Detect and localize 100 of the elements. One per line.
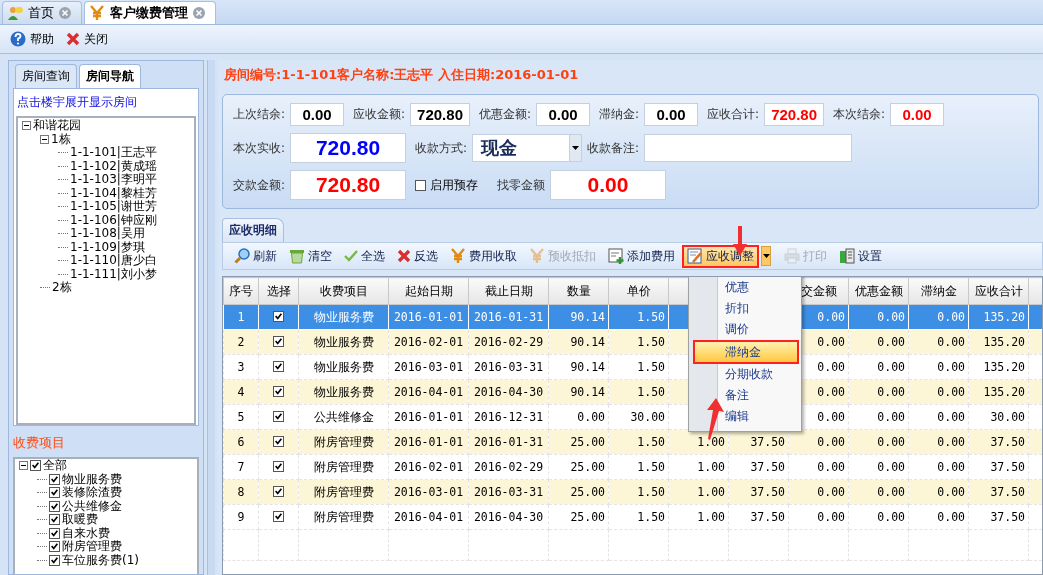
table-cell: 2016-01-01	[388, 304, 469, 330]
column-header[interactable]: 起始日期	[388, 277, 469, 305]
tree-item[interactable]: 1栋	[51, 130, 71, 148]
field-label: 上次结余:	[233, 106, 286, 123]
close-icon	[66, 32, 80, 46]
tab[interactable]: 房间查询	[15, 64, 77, 88]
checkbox[interactable]	[49, 487, 60, 499]
collapse-toggle[interactable]	[19, 461, 28, 471]
printer-icon	[784, 248, 800, 264]
checkmark-icon	[344, 249, 358, 263]
checkbox[interactable]	[273, 436, 284, 447]
yen-icon	[89, 5, 105, 21]
table-cell[interactable]: 3	[223, 354, 259, 380]
checkbox[interactable]	[273, 486, 284, 497]
column-header[interactable]: 应收合计	[968, 277, 1029, 305]
tree-item[interactable]: 车位服务费(1)	[62, 551, 139, 569]
menu-item[interactable]: 滞纳金	[693, 340, 799, 364]
table-cell: 0.00	[908, 404, 969, 430]
toolbar-button[interactable]: 帮助	[6, 28, 58, 50]
table-cell: 135.20	[968, 379, 1029, 405]
table-cell: 90.14	[548, 304, 609, 330]
toolbar-button[interactable]: 添加费用	[603, 244, 680, 268]
toolbar-button[interactable]: 费用收取	[445, 244, 522, 268]
checkbox[interactable]	[415, 179, 427, 191]
checkbox[interactable]	[273, 461, 284, 472]
remark-field[interactable]	[644, 134, 853, 162]
field-label: 收款方式:	[415, 139, 468, 157]
table-cell: 附房管理费	[298, 429, 389, 455]
checkbox[interactable]	[273, 311, 284, 322]
tab[interactable]: 房间导航	[79, 64, 141, 88]
checkbox[interactable]	[49, 554, 60, 566]
checkbox[interactable]	[273, 511, 284, 522]
checkbox[interactable]	[49, 527, 60, 539]
table-cell: 2016-02-01	[388, 329, 469, 355]
checkbox[interactable]	[49, 473, 60, 485]
table-cell[interactable]: 2	[223, 329, 259, 355]
table-cell[interactable]: 8	[223, 479, 259, 505]
table-cell: 25.00	[548, 454, 609, 480]
table-cell: 37.50	[968, 454, 1029, 480]
table-cell: 公共维修金	[298, 404, 389, 430]
checkbox[interactable]	[49, 514, 60, 526]
column-header[interactable]: 序号	[223, 277, 259, 305]
amount-field[interactable]: 720.80	[764, 103, 824, 126]
splitter-handle[interactable]	[207, 60, 215, 575]
table-cell: 2016-02-29	[468, 329, 549, 355]
table-cell: 0.00	[788, 479, 849, 505]
checkbox[interactable]	[49, 500, 60, 512]
payment-method-dropdown[interactable]: 现金	[472, 134, 583, 162]
amount-field[interactable]: 0.00	[890, 103, 945, 126]
toolbar-button[interactable]: 关闭	[62, 28, 112, 50]
field-label: 应收合计:	[707, 106, 760, 123]
checkbox[interactable]	[30, 460, 41, 472]
table-cell[interactable]: 4	[223, 379, 259, 405]
table-cell: 1.50	[608, 429, 669, 455]
table-cell: 2016-04-30	[468, 504, 549, 530]
tree-item[interactable]: 全部	[43, 459, 67, 475]
add-sheet-icon	[608, 248, 624, 264]
amount-field[interactable]: 720.80	[290, 170, 407, 200]
tab[interactable]: 应收明细	[222, 218, 284, 242]
column-header[interactable]: 收费项目	[298, 277, 389, 305]
table-cell[interactable]: 7	[223, 454, 259, 480]
amount-field[interactable]: 0.00	[536, 103, 591, 126]
tree-item[interactable]: 2栋	[52, 279, 72, 297]
edit-icon	[687, 248, 703, 264]
table-cell[interactable]: 9	[223, 504, 259, 530]
table-cell: 物业服务费	[298, 329, 389, 355]
toolbar-button[interactable]: 清空	[284, 244, 337, 268]
checkbox[interactable]	[273, 361, 284, 372]
column-header[interactable]: 选择	[258, 277, 299, 305]
table-cell: 1.50	[608, 329, 669, 355]
table-cell: 2016-03-31	[468, 479, 549, 505]
checkbox[interactable]	[273, 336, 284, 347]
table-cell[interactable]: 5	[223, 404, 259, 430]
field-label: 找零金额	[497, 176, 546, 194]
column-header[interactable]: 截止日期	[468, 277, 549, 305]
collapse-toggle[interactable]	[22, 121, 31, 131]
table-cell: 30.00	[968, 404, 1029, 430]
toolbar-button[interactable]: 反选	[392, 244, 443, 268]
column-header[interactable]: 单价	[608, 277, 669, 305]
amount-field[interactable]: 0.00	[644, 103, 699, 126]
column-header[interactable]: 数量	[548, 277, 609, 305]
amount-field[interactable]: 720.80	[410, 103, 470, 126]
checkbox[interactable]	[273, 386, 284, 397]
toolbar-button[interactable]: 设置	[834, 244, 887, 268]
checkbox[interactable]	[273, 411, 284, 422]
amount-field[interactable]: 0.00	[290, 103, 345, 126]
table-cell: 90.14	[548, 354, 609, 380]
amount-field[interactable]: 720.80	[290, 133, 407, 163]
column-header[interactable]: 优惠金额	[848, 277, 909, 305]
collapse-toggle[interactable]	[40, 134, 49, 144]
hint-link[interactable]: 点击楼宇展开显示房间	[16, 91, 196, 116]
tab[interactable]: 首页	[2, 1, 82, 24]
checkbox[interactable]	[49, 541, 60, 553]
toolbar-button[interactable]: 全选	[339, 244, 390, 268]
tab[interactable]: 客户缴费管理	[84, 1, 216, 24]
column-header[interactable]: 滞纳金	[908, 277, 969, 305]
toolbar-button[interactable]: 刷新	[229, 244, 282, 268]
table-cell[interactable]: 6	[223, 429, 259, 455]
table-cell: 0.00	[908, 454, 969, 480]
amount-field[interactable]: 0.00	[550, 170, 667, 200]
